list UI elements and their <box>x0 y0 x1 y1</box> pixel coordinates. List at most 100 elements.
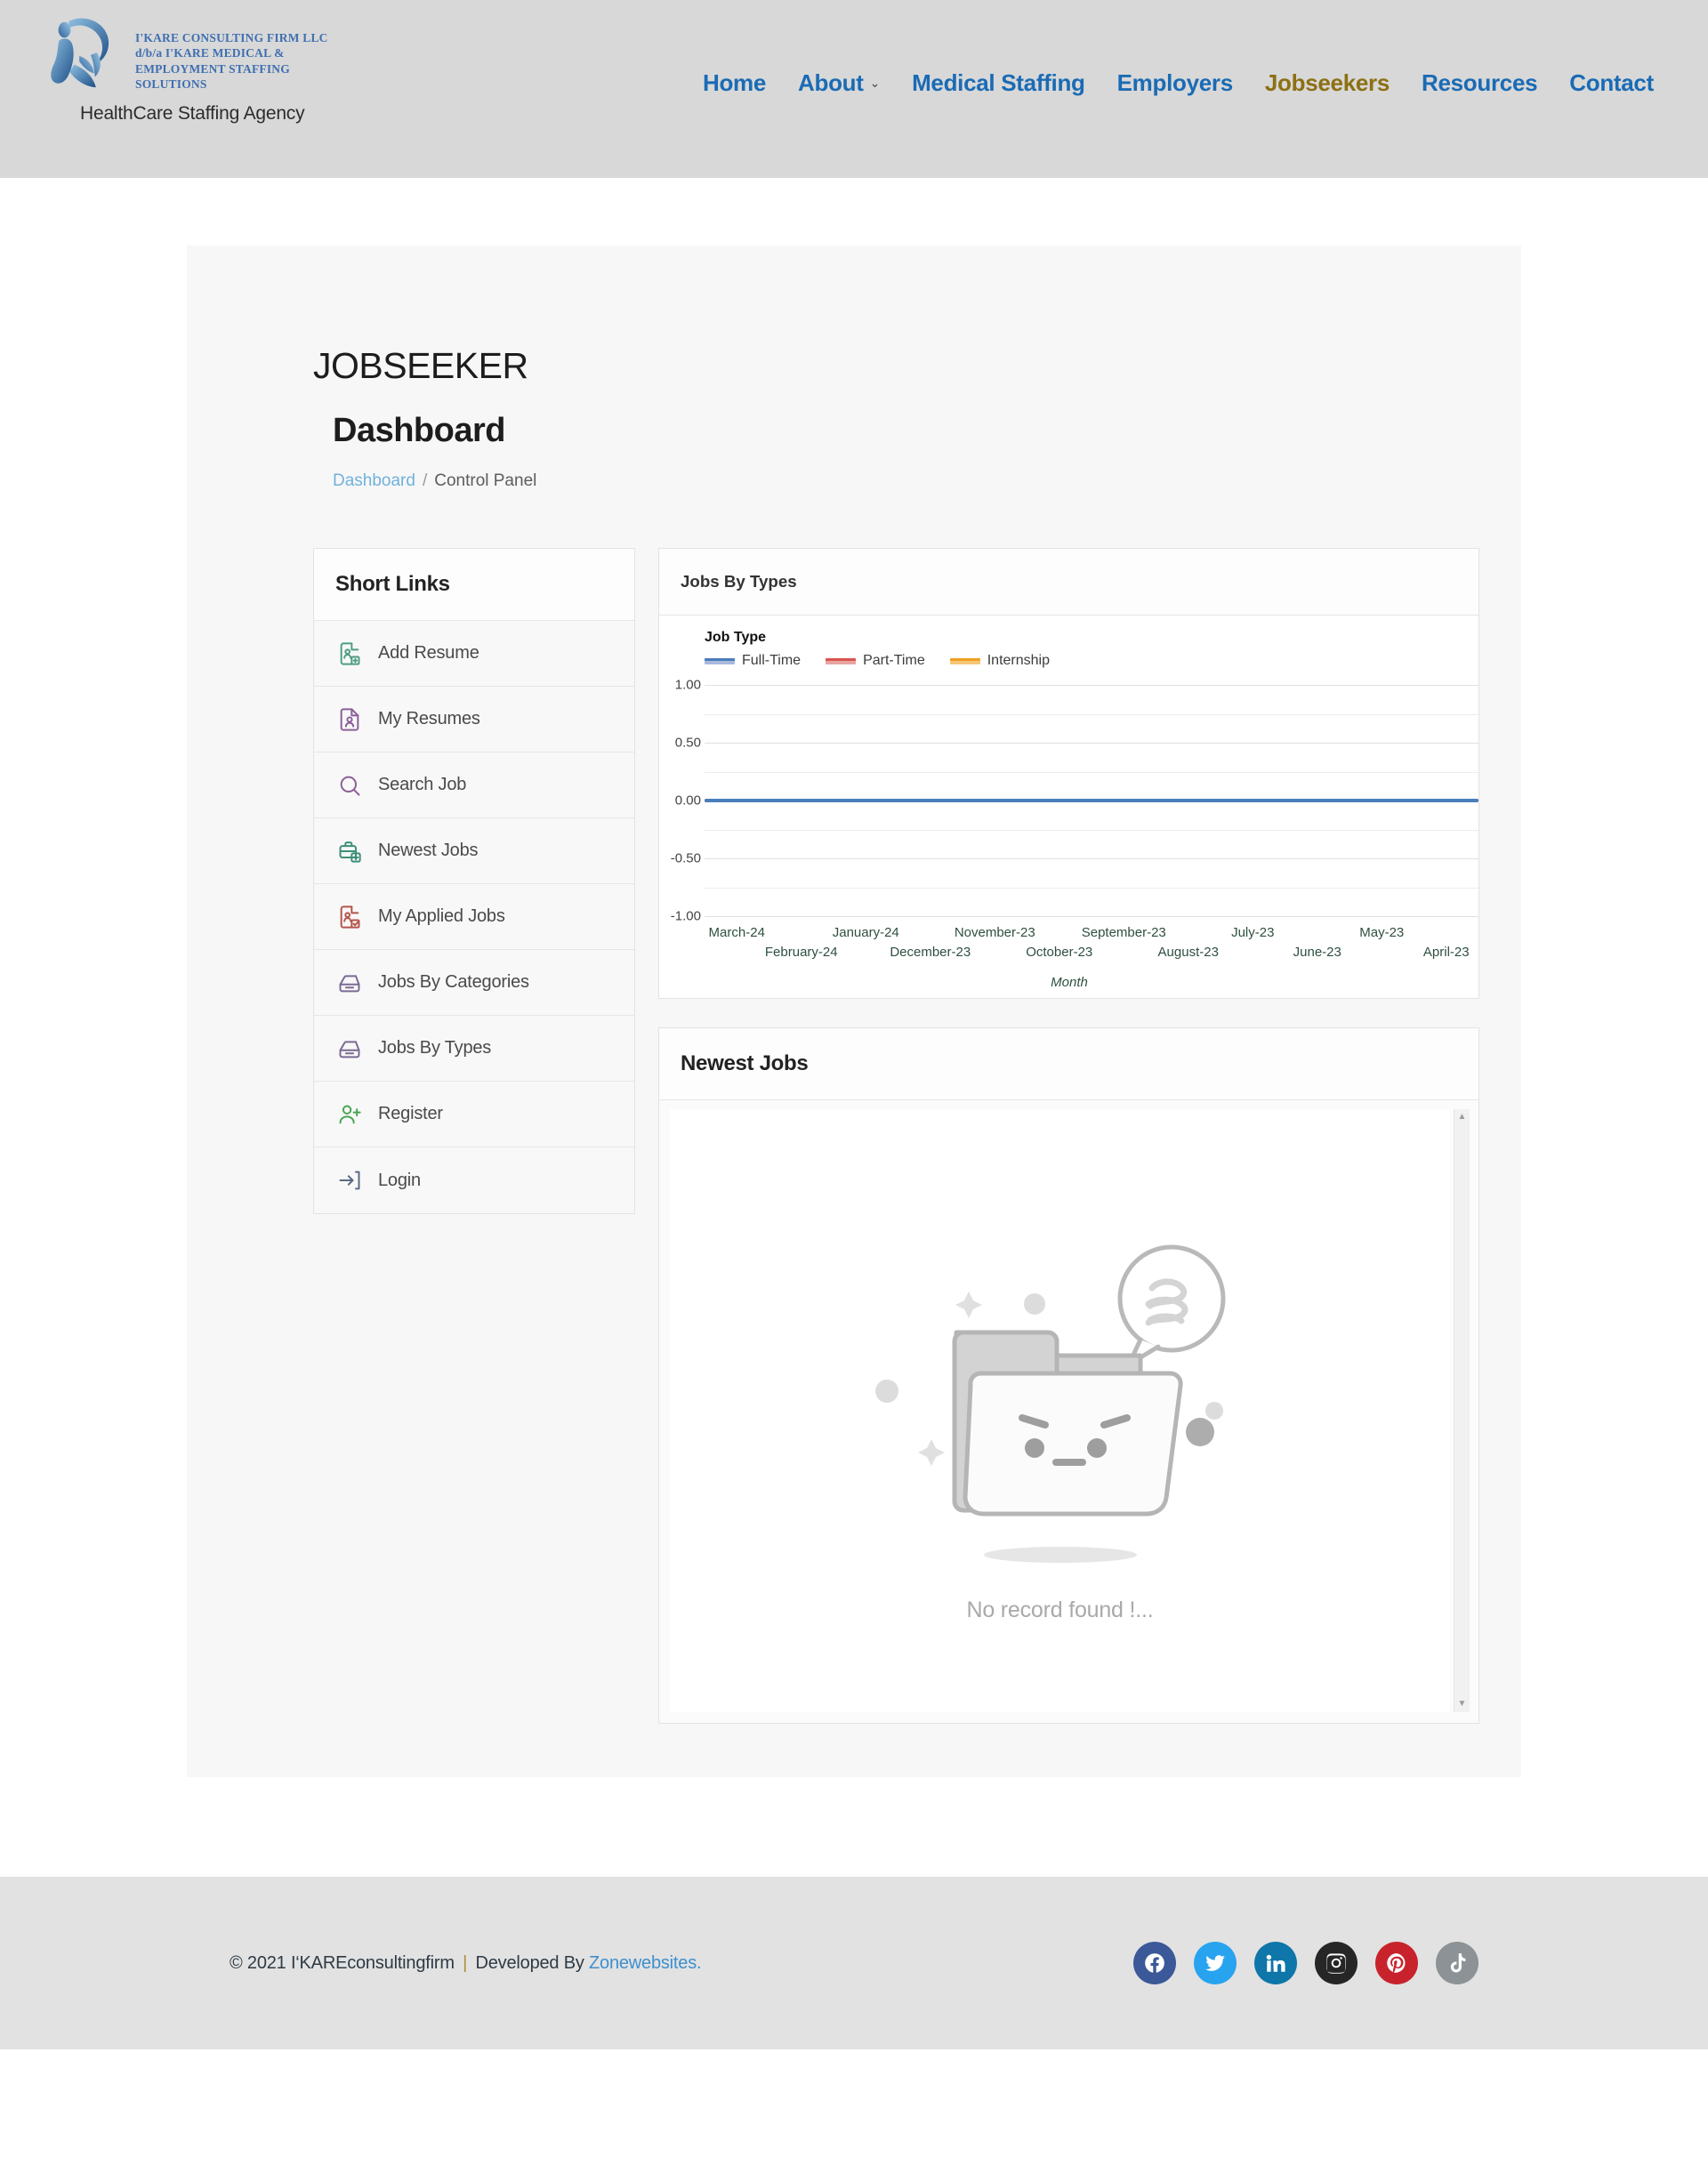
pinterest-icon[interactable] <box>1375 1942 1418 1984</box>
page-title: Dashboard <box>333 412 1395 450</box>
site-header: I'KARE CONSULTING FIRM LLC d/b/a I'KARE … <box>0 0 1708 178</box>
login-arrow-icon <box>337 1168 362 1193</box>
chart-x-tick-label: October-23 <box>1026 945 1092 960</box>
brand-block[interactable]: I'KARE CONSULTING FIRM LLC d/b/a I'KARE … <box>0 0 374 125</box>
legend-label: Internship <box>987 653 1050 669</box>
breadcrumb-current: Control Panel <box>434 471 536 490</box>
resume-icon <box>337 707 362 732</box>
tray-icon <box>337 970 362 995</box>
legend-swatch-icon <box>826 658 856 664</box>
short-link-add-resume[interactable]: Add Resume <box>314 621 634 687</box>
chart-gridline <box>705 772 1478 773</box>
chart-gridline <box>705 714 1478 715</box>
short-link-search-job[interactable]: Search Job <box>314 752 634 818</box>
short-link-login[interactable]: Login <box>314 1147 634 1213</box>
instagram-icon[interactable] <box>1315 1942 1358 1984</box>
chart-y-tick-label: -0.50 <box>662 851 701 866</box>
footer-copyright: © 2021 I‘KAREconsultingfirm | Developed … <box>230 1953 701 1974</box>
tiktok-icon[interactable] <box>1436 1942 1478 1984</box>
jobs-by-types-header: Jobs By Types <box>659 549 1478 616</box>
chart-plot-area: 1.000.500.00-0.50-1.00 <box>705 685 1478 916</box>
page-kicker: JOBSEEKER <box>313 345 1395 387</box>
user-add-icon <box>337 1102 362 1127</box>
legend-label: Part-Time <box>863 653 925 669</box>
nav-link-label: Employers <box>1117 69 1233 97</box>
chart-legend-item-full-time[interactable]: Full-Time <box>705 653 801 669</box>
chart-gridline <box>705 743 1478 744</box>
chart-legend-item-internship[interactable]: Internship <box>950 653 1050 669</box>
short-links-panel: Short Links Add Resume My Resumes Search J… <box>313 548 635 1214</box>
breadcrumb-dashboard-link[interactable]: Dashboard <box>333 471 415 490</box>
logo-line-3: EMPLOYMENT STAFFING <box>135 61 328 76</box>
short-links-list: Add Resume My Resumes Search JobNewest Job… <box>314 621 634 1213</box>
resume-add-icon <box>337 641 362 666</box>
chart-legend-item-part-time[interactable]: Part-Time <box>826 653 925 669</box>
short-links-title: Short Links <box>335 572 613 597</box>
short-link-label: My Applied Jobs <box>378 906 505 927</box>
logo-wordmark: I'KARE CONSULTING FIRM LLC d/b/a I'KARE … <box>135 11 328 92</box>
short-link-newest-jobs[interactable]: Newest Jobs <box>314 818 634 884</box>
chart-x-tick-label: May-23 <box>1359 925 1404 940</box>
chart-gridline <box>705 685 1478 686</box>
newest-jobs-header: Newest Jobs <box>659 1028 1478 1100</box>
legend-swatch-icon <box>705 658 735 664</box>
jobs-by-types-chart[interactable]: Job Type Full-TimePart-TimeInternship 1.… <box>660 616 1478 998</box>
scroll-up-arrow-icon[interactable]: ▲ <box>1458 1109 1467 1125</box>
sad-folder-illustration-icon <box>869 1199 1252 1617</box>
short-link-jobs-by-types[interactable]: Jobs By Types <box>314 1016 634 1082</box>
legend-label: Full-Time <box>742 653 801 669</box>
chart-x-tick-label: December-23 <box>890 945 971 960</box>
swoosh-people-logo-icon <box>43 11 130 98</box>
chart-x-tick-label: September-23 <box>1082 925 1166 940</box>
footer-social-links <box>1133 1942 1478 1984</box>
breadcrumb: Dashboard / Control Panel <box>333 471 1395 491</box>
nav-link-contact[interactable]: Contact <box>1569 69 1654 97</box>
linkedin-icon[interactable] <box>1254 1942 1297 1984</box>
nav-link-label: Contact <box>1569 69 1654 97</box>
nav-link-label: Medical Staffing <box>912 69 1085 97</box>
nav-link-employers[interactable]: Employers <box>1117 69 1233 97</box>
scroll-down-arrow-icon[interactable]: ▼ <box>1458 1696 1467 1712</box>
nav-link-label: About <box>798 69 864 97</box>
chart-x-tick-label: February-24 <box>765 945 838 960</box>
chart-y-tick-label: 0.50 <box>662 736 701 751</box>
short-link-register[interactable]: Register <box>314 1082 634 1147</box>
twitter-icon[interactable] <box>1194 1942 1237 1984</box>
newest-jobs-title: Newest Jobs <box>681 1051 1457 1076</box>
developed-by-text: Developed By <box>476 1953 584 1973</box>
newest-jobs-scrollbar[interactable]: ▲ ▼ <box>1454 1109 1470 1712</box>
short-links-column: Short Links Add Resume My Resumes Search J… <box>313 548 635 1214</box>
tray-icon <box>337 1036 362 1061</box>
newest-jobs-panel: Newest Jobs <box>658 1027 1479 1724</box>
main-navigation: Home About⌄ Medical Staffing Employers Jobse… <box>703 69 1654 97</box>
logo-line-4: SOLUTIONS <box>135 76 328 92</box>
short-link-my-applied-jobs[interactable]: My Applied Jobs <box>314 884 634 950</box>
chart-gridline <box>705 858 1478 859</box>
jobs-by-types-panel: Jobs By Types Job Type Full-TimePart-Tim… <box>658 548 1479 999</box>
main-column: Jobs By Types Job Type Full-TimePart-Tim… <box>658 548 1479 1724</box>
short-link-label: My Resumes <box>378 709 480 729</box>
site-footer: © 2021 I‘KAREconsultingfirm | Developed … <box>0 1877 1708 2049</box>
legend-swatch-icon <box>950 658 980 664</box>
short-link-my-resumes[interactable]: My Resumes <box>314 687 634 752</box>
logo-line-2: d/b/a I'KARE MEDICAL & <box>135 45 328 60</box>
jobs-by-types-title: Jobs By Types <box>681 572 1457 592</box>
nav-link-label: Jobseekers <box>1265 69 1390 97</box>
chart-x-tick-label: June-23 <box>1293 945 1341 960</box>
nav-link-jobseekers[interactable]: Jobseekers <box>1265 69 1390 97</box>
facebook-icon[interactable] <box>1133 1942 1176 1984</box>
short-links-header: Short Links <box>314 549 634 621</box>
search-icon <box>337 773 362 798</box>
logo-line-1: I'KARE CONSULTING FIRM LLC <box>135 30 328 45</box>
chart-x-tick-label: November-23 <box>955 925 1035 940</box>
breadcrumb-separator: / <box>423 471 427 490</box>
nav-link-home[interactable]: Home <box>703 69 766 97</box>
nav-link-resources[interactable]: Resources <box>1422 69 1537 97</box>
short-link-label: Login <box>378 1171 421 1191</box>
developer-link[interactable]: Zonewebsites. <box>589 1953 701 1973</box>
dashboard-content-card: JOBSEEKER Dashboard Dashboard / Control Pa… <box>187 245 1521 1777</box>
chart-legend: Full-Time Part-Time Internship <box>705 653 1050 669</box>
short-link-jobs-by-categories[interactable]: Jobs By Categories <box>314 950 634 1016</box>
nav-link-about[interactable]: About⌄ <box>798 69 880 97</box>
nav-link-medical-staffing[interactable]: Medical Staffing <box>912 69 1085 97</box>
